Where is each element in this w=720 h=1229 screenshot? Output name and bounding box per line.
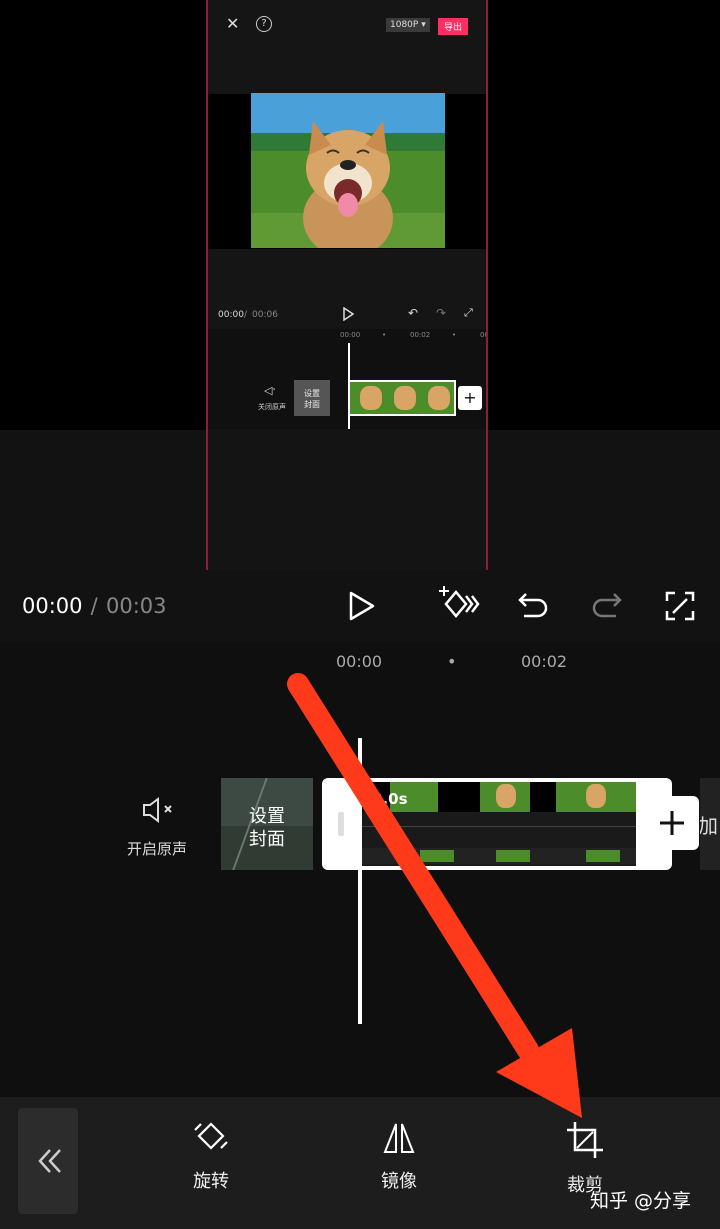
embedded-play-icon: [343, 307, 354, 321]
tool-rotate-label: 旋转: [193, 1171, 229, 1192]
clip-dog-1: [496, 784, 516, 808]
ruler-label-0: 00:00: [336, 652, 383, 671]
embedded-ruler-3: •: [452, 331, 457, 339]
add-label: 加: [700, 814, 718, 838]
undo-icon[interactable]: [516, 590, 550, 622]
embedded-undo-icon: ↶: [408, 306, 419, 320]
embedded-time-total: 00:06: [252, 310, 278, 320]
embedded-ruler-0: 00:00: [340, 331, 361, 339]
tool-mirror[interactable]: 镜像: [354, 1120, 444, 1193]
embedded-ruler-2: 00:02: [410, 331, 431, 339]
embedded-cover: 设置 封面: [294, 380, 330, 416]
mute-toggle-label[interactable]: 开启原声: [127, 838, 187, 859]
embedded-thumb-2: [394, 386, 416, 410]
embedded-thumb-1: [360, 386, 382, 410]
embedded-redo-icon: ↷: [436, 306, 447, 320]
clip-inner-ruler: [360, 826, 636, 835]
keyframe-icon[interactable]: [438, 586, 480, 622]
clip-inner-thumb-3: [586, 850, 620, 862]
embedded-playhead: [348, 343, 350, 429]
clip-thumbnails: 3.0s: [360, 782, 636, 866]
help-icon: ?: [256, 16, 272, 32]
ruler-label-2: 00:02: [521, 652, 568, 671]
ruler-label-1: •: [447, 652, 457, 671]
embedded-time-sep: /: [244, 310, 248, 320]
export-button: 导出: [438, 18, 469, 35]
tool-rotate[interactable]: 旋转: [166, 1120, 256, 1193]
time-current: 00:00: [22, 594, 83, 618]
rotate-icon: [194, 1122, 228, 1150]
clip-dog-2: [586, 784, 606, 808]
playhead[interactable]: [358, 738, 362, 1024]
audio-muted-icon[interactable]: [141, 796, 177, 824]
clip-inner-thumb-1: [420, 850, 454, 862]
fullscreen-icon[interactable]: [664, 590, 696, 622]
embedded-add-clip-icon: +: [458, 386, 482, 410]
back-button[interactable]: [18, 1108, 78, 1214]
mirror-icon: [383, 1123, 415, 1153]
clip-duration: 3.0s: [372, 790, 408, 808]
embedded-clip-strip: [348, 380, 456, 416]
resolution-select: 1080P ▾: [386, 18, 430, 32]
tool-mirror-label: 镜像: [381, 1171, 417, 1192]
time-total: 00:03: [106, 594, 167, 618]
embedded-ruler-1: •: [382, 331, 387, 339]
crop-icon: [567, 1122, 603, 1158]
close-icon: ✕: [226, 14, 240, 33]
redo-icon[interactable]: [590, 590, 624, 622]
add-audio-track[interactable]: 加: [700, 778, 720, 870]
embedded-cover-line1: 设置: [304, 389, 320, 398]
embedded-fullscreen-icon: ⤢: [464, 306, 473, 319]
embedded-mute-icon: ◁ˑ: [264, 384, 277, 397]
clip-inner-thumb-2: [496, 850, 530, 862]
add-clip-button[interactable]: [645, 796, 699, 850]
embedded-ruler-4: 00:0: [480, 331, 486, 339]
dog-photo: [251, 93, 445, 248]
embedded-header: [208, 0, 486, 94]
embedded-thumb-3: [428, 386, 450, 410]
embedded-time-current: 00:00: [218, 310, 244, 320]
embedded-screenshot-frame: ✕ ? 1080P ▾ 导出 00:00 / 00:06 ↶ ↷ ⤢ 00:00…: [206, 0, 488, 570]
set-cover-button[interactable]: 设置 封面: [221, 778, 313, 870]
watermark: 知乎 @分享: [590, 1190, 692, 1212]
plus-icon: [660, 811, 684, 835]
time-separator: /: [84, 594, 105, 618]
cover-label-line2: 封面: [249, 829, 285, 850]
play-icon[interactable]: [346, 590, 376, 622]
embedded-mute-label: 关闭原声: [258, 403, 286, 411]
embedded-cover-line2: 封面: [304, 400, 320, 409]
clip-trim-handle-left[interactable]: [338, 812, 344, 836]
double-chevron-left-icon: [38, 1149, 61, 1173]
